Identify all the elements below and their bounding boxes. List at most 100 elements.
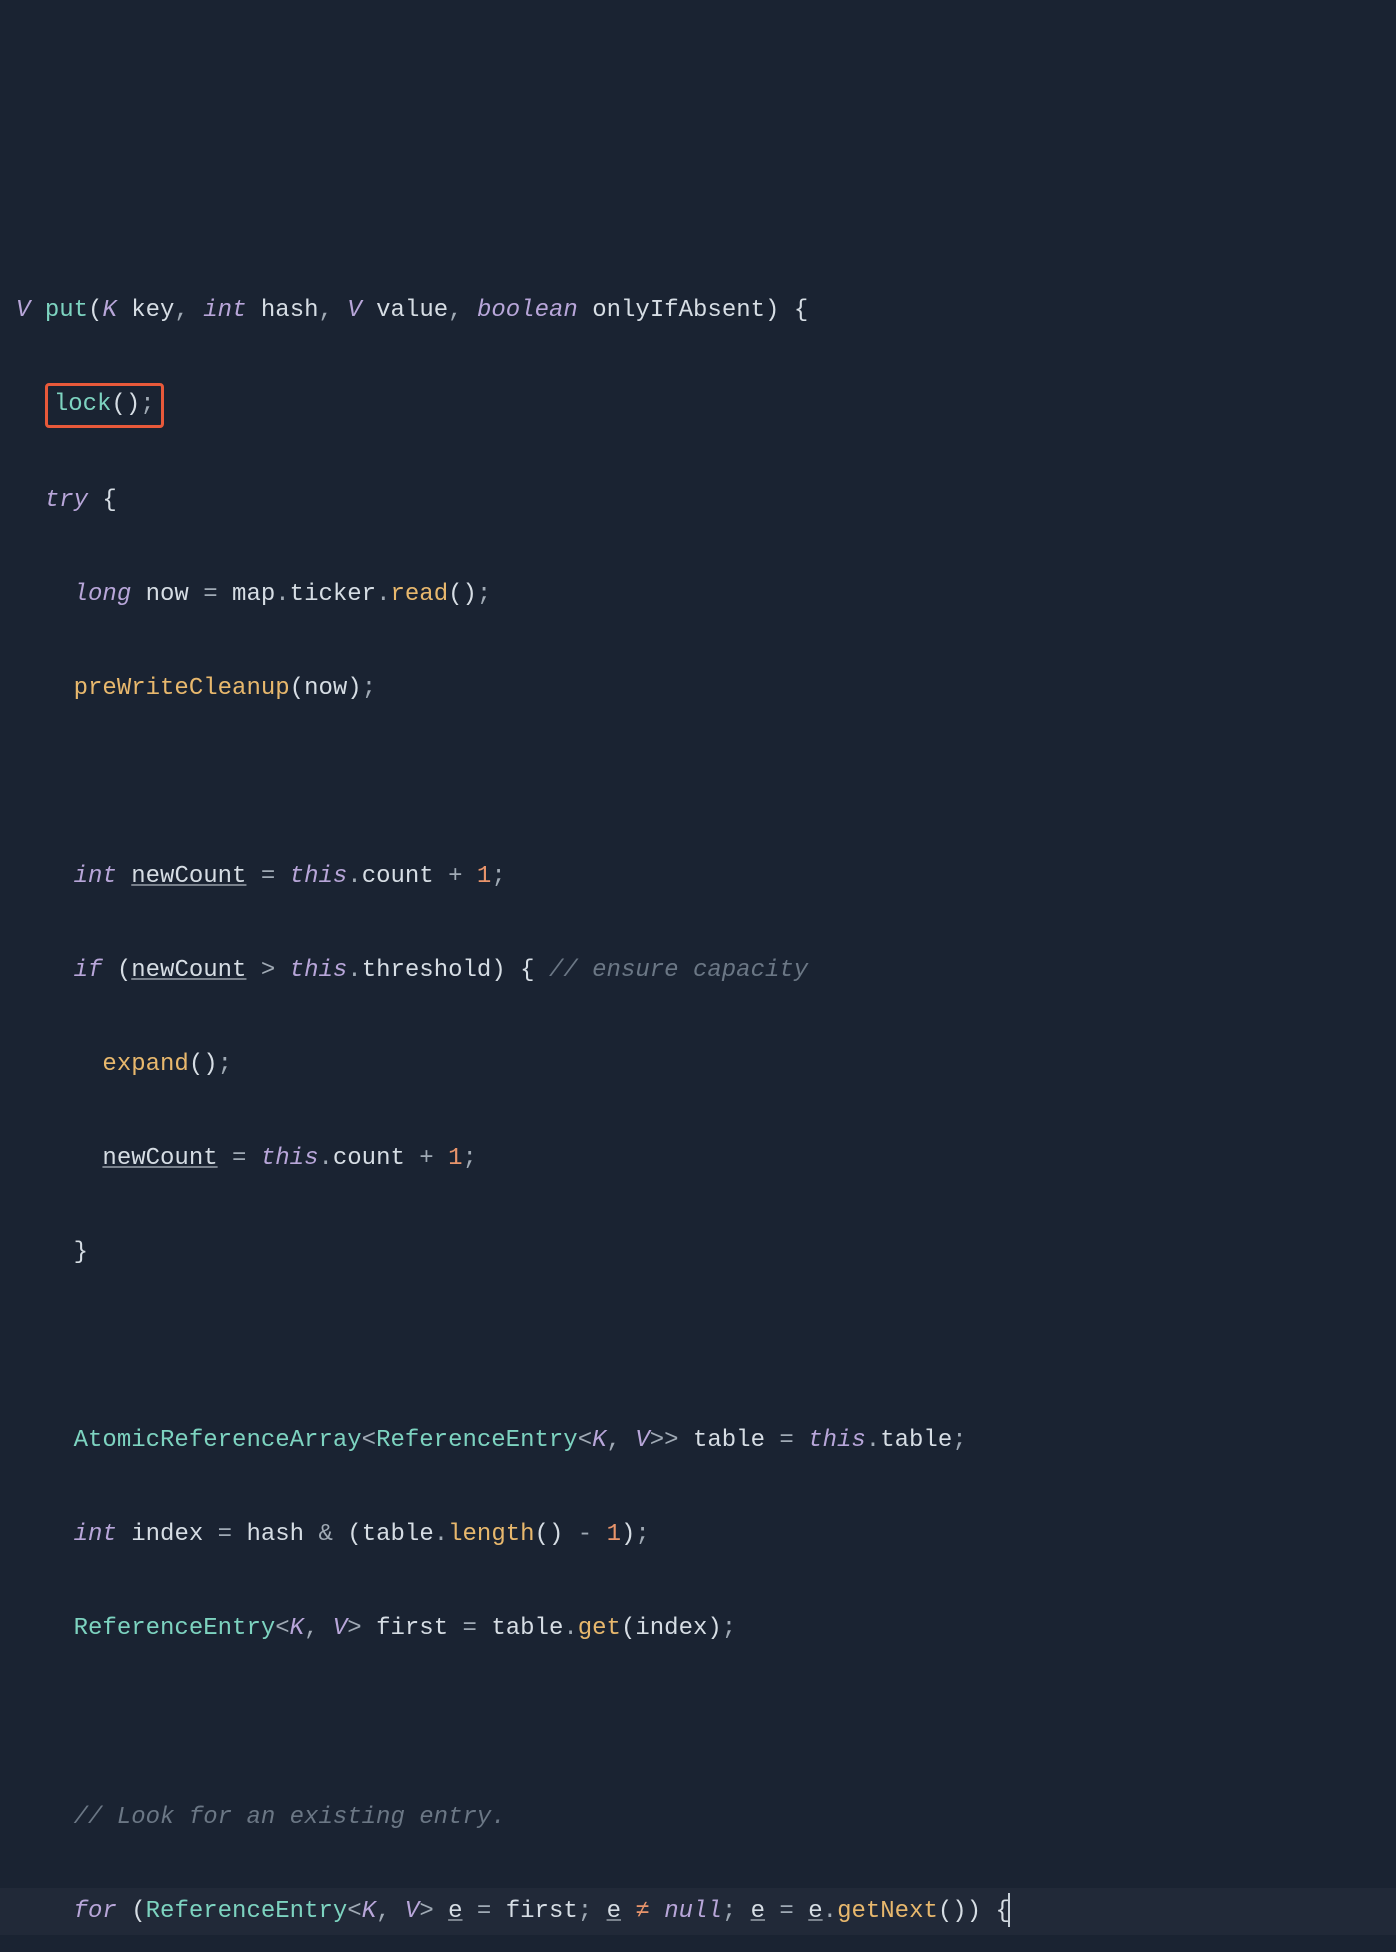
angle: < bbox=[275, 1615, 289, 1642]
paren: ( bbox=[290, 675, 304, 702]
type-param: V bbox=[405, 1898, 419, 1925]
code-line-3[interactable]: try { bbox=[16, 477, 1396, 524]
brace: { bbox=[981, 1898, 1010, 1925]
var: first bbox=[376, 1615, 448, 1642]
keyword: boolean bbox=[477, 297, 578, 324]
indent bbox=[16, 1427, 74, 1454]
number: 1 bbox=[448, 1145, 462, 1172]
indent bbox=[16, 1804, 74, 1831]
var: table bbox=[362, 1521, 434, 1548]
var: e bbox=[448, 1898, 462, 1925]
keyword: int bbox=[74, 1521, 117, 1548]
op: - bbox=[563, 1521, 606, 1548]
dot: . bbox=[434, 1521, 448, 1548]
punct: , bbox=[376, 1898, 405, 1925]
text-cursor bbox=[1008, 1893, 1010, 1927]
member: ticker bbox=[290, 581, 376, 608]
code-line-17[interactable]: // Look for an existing entry. bbox=[16, 1794, 1396, 1841]
code-line-1[interactable]: V put(K key, int hash, V value, boolean … bbox=[16, 287, 1396, 334]
sp bbox=[362, 1615, 376, 1642]
semi: ; bbox=[362, 675, 376, 702]
semi: ; bbox=[952, 1427, 966, 1454]
code-line-15[interactable]: ReferenceEntry<K, V> first = table.get(i… bbox=[16, 1605, 1396, 1652]
code-line-7[interactable]: int newCount = this.count + 1; bbox=[16, 853, 1396, 900]
var: newCount bbox=[131, 957, 246, 984]
semi: ; bbox=[491, 863, 505, 890]
op: = bbox=[765, 1427, 808, 1454]
op-neq: ≠ bbox=[621, 1898, 664, 1925]
comment: // Look for an existing entry. bbox=[74, 1804, 506, 1831]
semi: ; bbox=[578, 1898, 607, 1925]
dot: . bbox=[275, 581, 289, 608]
punct: , bbox=[174, 297, 203, 324]
op: = bbox=[203, 581, 217, 608]
code-line-blank[interactable] bbox=[16, 1699, 1396, 1746]
dot: . bbox=[347, 863, 361, 890]
angle: > bbox=[347, 1615, 361, 1642]
parens: () bbox=[938, 1898, 967, 1925]
var: hash bbox=[246, 1521, 304, 1548]
var: index bbox=[131, 1521, 203, 1548]
semi: ; bbox=[218, 1051, 232, 1078]
angle: < bbox=[578, 1427, 592, 1454]
this: this bbox=[808, 1427, 866, 1454]
op: > bbox=[246, 957, 289, 984]
member: threshold bbox=[362, 957, 492, 984]
code-line-13[interactable]: AtomicReferenceArray<ReferenceEntry<K, V… bbox=[16, 1417, 1396, 1464]
dot: . bbox=[347, 957, 361, 984]
method-call: read bbox=[391, 581, 449, 608]
code-line-18[interactable]: for (ReferenceEntry<K, V> e = first; e ≠… bbox=[16, 1888, 1396, 1935]
method-call: getNext bbox=[837, 1898, 938, 1925]
code-line-10[interactable]: newCount = this.count + 1; bbox=[16, 1135, 1396, 1182]
op: = bbox=[463, 1898, 506, 1925]
dot: . bbox=[376, 581, 390, 608]
method-name: put bbox=[45, 297, 88, 324]
punct: , bbox=[319, 297, 348, 324]
code-line-5[interactable]: preWriteCleanup(now); bbox=[16, 665, 1396, 712]
sp bbox=[102, 957, 116, 984]
sp bbox=[117, 1521, 131, 1548]
keyword: for bbox=[74, 1898, 117, 1925]
brace: { bbox=[506, 957, 549, 984]
angle: > bbox=[419, 1898, 433, 1925]
semi: ; bbox=[140, 391, 154, 418]
code-line-14[interactable]: int index = hash & (table.length() - 1); bbox=[16, 1511, 1396, 1558]
dot: . bbox=[563, 1615, 577, 1642]
class-type: ReferenceEntry bbox=[376, 1427, 578, 1454]
indent bbox=[16, 391, 45, 418]
indent bbox=[16, 581, 74, 608]
class-type: AtomicReferenceArray bbox=[74, 1427, 362, 1454]
var: newCount bbox=[131, 863, 246, 890]
paren: ( bbox=[117, 957, 131, 984]
parens: () bbox=[111, 391, 140, 418]
angle: < bbox=[347, 1898, 361, 1925]
code-line-9[interactable]: expand(); bbox=[16, 1041, 1396, 1088]
paren: ( bbox=[131, 1898, 145, 1925]
type-token: V bbox=[16, 297, 30, 324]
var: e bbox=[808, 1898, 822, 1925]
code-line-8[interactable]: if (newCount > this.threshold) { // ensu… bbox=[16, 947, 1396, 994]
keyword: if bbox=[74, 957, 103, 984]
indent bbox=[16, 675, 74, 702]
code-line-2[interactable]: lock(); bbox=[16, 381, 1396, 429]
method-call: preWriteCleanup bbox=[74, 675, 290, 702]
var: map bbox=[232, 581, 275, 608]
code-line-blank[interactable] bbox=[16, 1323, 1396, 1370]
param: value bbox=[376, 297, 448, 324]
method-call: length bbox=[448, 1521, 534, 1548]
type-param: V bbox=[333, 1615, 347, 1642]
code-line-4[interactable]: long now = map.ticker.read(); bbox=[16, 571, 1396, 618]
var: first bbox=[506, 1898, 578, 1925]
member: table bbox=[880, 1427, 952, 1454]
code-editor[interactable]: V put(K key, int hash, V value, boolean … bbox=[16, 193, 1396, 1952]
indent bbox=[16, 1615, 74, 1642]
code-line-blank[interactable] bbox=[16, 759, 1396, 806]
op: = bbox=[246, 863, 289, 890]
semi: ; bbox=[722, 1898, 751, 1925]
code-line-11[interactable]: } bbox=[16, 1229, 1396, 1276]
op: & bbox=[304, 1521, 347, 1548]
member: count bbox=[333, 1145, 405, 1172]
type-param: K bbox=[592, 1427, 606, 1454]
var: table bbox=[693, 1427, 765, 1454]
type-token: V bbox=[347, 297, 361, 324]
